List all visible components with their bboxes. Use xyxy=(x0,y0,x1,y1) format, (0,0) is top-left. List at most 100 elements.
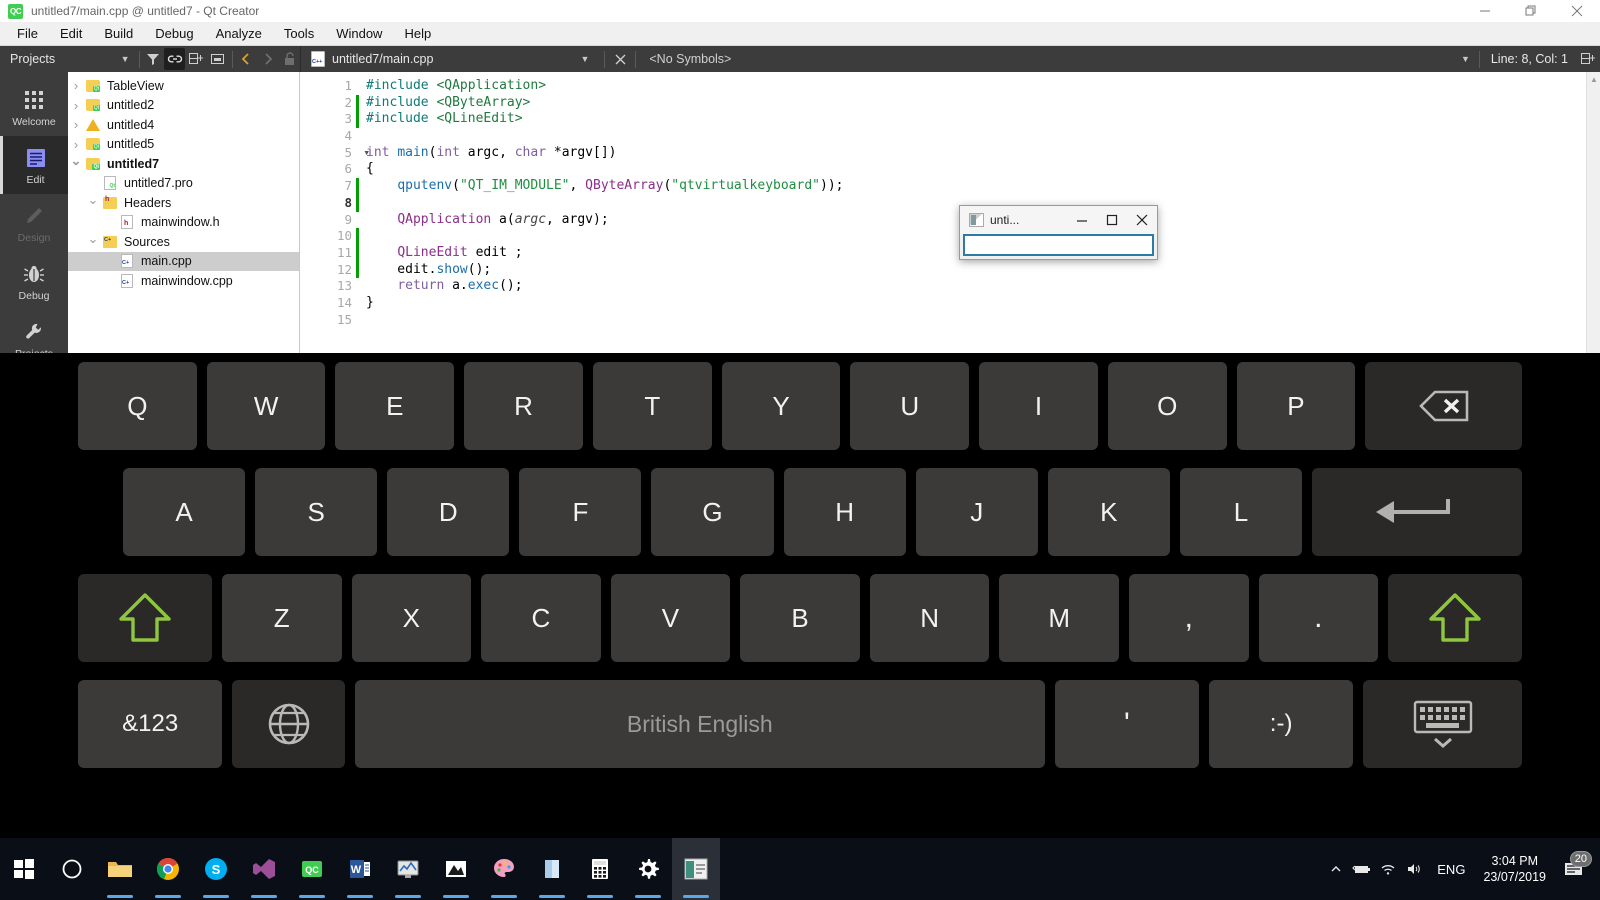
key-emoji[interactable]: :-) xyxy=(1208,680,1354,768)
chevron-down-icon[interactable]: ▼ xyxy=(1461,54,1470,64)
key-c[interactable]: C xyxy=(481,574,601,662)
key-v[interactable]: V xyxy=(610,574,731,662)
key-t[interactable]: T xyxy=(592,362,712,450)
code-line[interactable]: #include <QLineEdit> xyxy=(358,111,1600,128)
qt-creator[interactable]: QC xyxy=(288,838,336,900)
sidebar-view-combo[interactable]: Projects ▼ xyxy=(0,46,136,72)
action-center-icon[interactable]: 20 xyxy=(1554,851,1594,877)
collapse-icon[interactable] xyxy=(207,48,229,70)
scroll-up-icon[interactable]: ▲ xyxy=(1587,72,1600,86)
key-m[interactable]: M xyxy=(999,574,1119,662)
menu-tools[interactable]: Tools xyxy=(273,22,325,46)
photos[interactable] xyxy=(432,838,480,900)
key-z[interactable]: Z xyxy=(221,574,342,662)
key-comma[interactable]: , xyxy=(1128,574,1249,662)
show-hidden-icons-icon[interactable] xyxy=(1323,862,1349,876)
key-language-globe[interactable] xyxy=(232,680,345,768)
key-y[interactable]: Y xyxy=(721,362,841,450)
skype[interactable]: S xyxy=(192,838,240,900)
visual-studio[interactable] xyxy=(240,838,288,900)
key-shift-right[interactable] xyxy=(1388,574,1523,662)
key-period[interactable]: . xyxy=(1258,574,1379,662)
tree-item-untitled2[interactable]: untitled2 xyxy=(68,96,299,116)
window-restore-button[interactable] xyxy=(1508,0,1554,22)
forward-arrow-icon[interactable] xyxy=(257,48,279,70)
chevron-down-icon[interactable] xyxy=(85,195,101,211)
menu-debug[interactable]: Debug xyxy=(144,22,204,46)
key-o[interactable]: O xyxy=(1107,362,1227,450)
dialog-titlebar[interactable]: unti... xyxy=(960,206,1157,234)
code-line[interactable]: #include <QByteArray> xyxy=(358,95,1600,112)
key-u[interactable]: U xyxy=(850,362,970,450)
wifi-icon[interactable] xyxy=(1375,862,1401,876)
system-monitor[interactable] xyxy=(384,838,432,900)
menu-help[interactable]: Help xyxy=(393,22,442,46)
tree-item-untitled5[interactable]: untitled5 xyxy=(68,135,299,155)
paint[interactable] xyxy=(480,838,528,900)
mode-debug[interactable]: Debug xyxy=(0,252,68,310)
battery-charging-icon[interactable] xyxy=(1349,862,1375,876)
back-arrow-icon[interactable] xyxy=(235,48,257,70)
dialog-minimize-button[interactable] xyxy=(1067,206,1097,234)
chevron-right-icon[interactable] xyxy=(68,137,84,152)
settings[interactable] xyxy=(624,838,672,900)
google-chrome[interactable] xyxy=(144,838,192,900)
code-line[interactable] xyxy=(358,312,1600,329)
dialog-close-button[interactable] xyxy=(1127,206,1157,234)
key-backspace[interactable] xyxy=(1365,362,1523,450)
key-x[interactable]: X xyxy=(351,574,472,662)
key-h[interactable]: H xyxy=(783,468,906,556)
key-q[interactable]: Q xyxy=(78,362,197,450)
key-s[interactable]: S xyxy=(255,468,378,556)
split-icon[interactable] xyxy=(1576,48,1600,70)
tree-item-untitled7[interactable]: untitled7 xyxy=(68,154,299,174)
key-b[interactable]: B xyxy=(740,574,860,662)
tree-item-sources[interactable]: Sources xyxy=(68,232,299,252)
key-shift-left[interactable] xyxy=(78,574,212,662)
chevron-right-icon[interactable] xyxy=(68,78,84,93)
mode-edit[interactable]: Edit xyxy=(0,136,68,194)
menu-window[interactable]: Window xyxy=(325,22,393,46)
key-space[interactable]: British English xyxy=(354,680,1045,768)
tree-item-headers[interactable]: Headers xyxy=(68,193,299,213)
code-line[interactable]: { xyxy=(358,161,1600,178)
key-l[interactable]: L xyxy=(1179,468,1302,556)
chevron-right-icon[interactable] xyxy=(68,117,84,132)
sticky-notes[interactable] xyxy=(528,838,576,900)
cortana-search[interactable] xyxy=(48,838,96,900)
code-line[interactable]: edit.show(); xyxy=(358,262,1600,279)
chevron-right-icon[interactable] xyxy=(68,98,84,113)
key-j[interactable]: J xyxy=(915,468,1038,556)
chevron-down-icon[interactable] xyxy=(68,156,84,172)
key-f[interactable]: F xyxy=(519,468,642,556)
key-a[interactable]: A xyxy=(123,468,246,556)
key-p[interactable]: P xyxy=(1236,362,1356,450)
file-explorer[interactable] xyxy=(96,838,144,900)
tree-item-main-cpp[interactable]: main.cpp xyxy=(68,251,299,271)
qlineedit-app-window[interactable]: unti... xyxy=(959,205,1158,260)
key-hide-keyboard[interactable] xyxy=(1363,680,1523,768)
virtual-keyboard[interactable]: Q W E R T Y U I O P A S D F G H J K L Z X C V B N M,. &123 British … xyxy=(0,353,1600,838)
code-line[interactable]: } xyxy=(358,295,1600,312)
menu-edit[interactable]: Edit xyxy=(49,22,93,46)
mode-welcome[interactable]: Welcome xyxy=(0,78,68,136)
tree-item-tableview[interactable]: TableView xyxy=(68,76,299,96)
window-minimize-button[interactable] xyxy=(1462,0,1508,22)
close-document-button[interactable] xyxy=(608,48,632,70)
split-icon[interactable] xyxy=(185,48,207,70)
code-line[interactable]: int main(int argc, char *argv[]) xyxy=(358,145,1600,162)
key-k[interactable]: K xyxy=(1047,468,1170,556)
calculator[interactable] xyxy=(576,838,624,900)
key-w[interactable]: W xyxy=(206,362,326,450)
key-g[interactable]: G xyxy=(651,468,774,556)
unlock-icon[interactable] xyxy=(278,48,300,70)
line-column-indicator[interactable]: Line: 8, Col: 1 xyxy=(1483,52,1576,66)
tree-item-mainwindow-cpp[interactable]: mainwindow.cpp xyxy=(68,271,299,291)
speaker-icon[interactable] xyxy=(1401,862,1427,876)
dialog-maximize-button[interactable] xyxy=(1097,206,1127,234)
text-input-field[interactable] xyxy=(963,234,1154,256)
start-button[interactable] xyxy=(0,838,48,900)
menu-build[interactable]: Build xyxy=(93,22,144,46)
window-close-button[interactable] xyxy=(1554,0,1600,22)
language-indicator[interactable]: ENG xyxy=(1427,862,1475,877)
